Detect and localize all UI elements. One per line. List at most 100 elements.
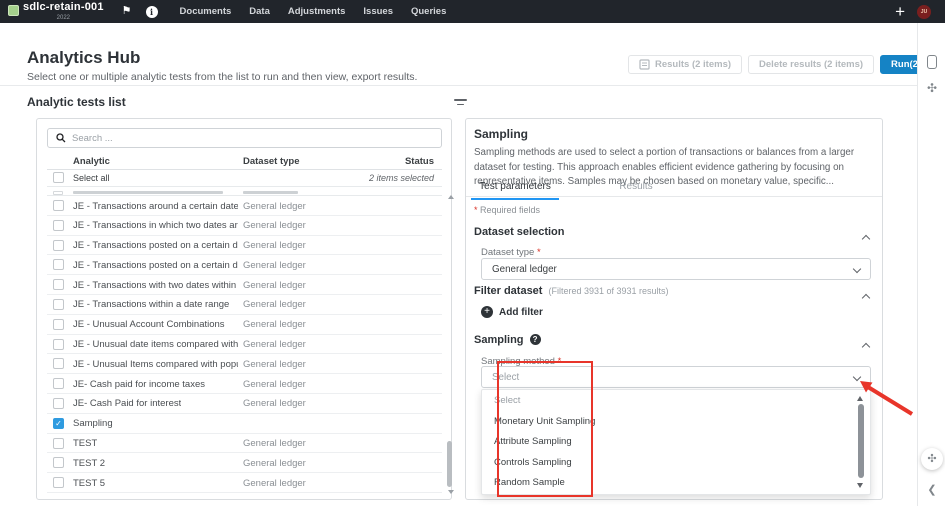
search-box: [47, 128, 442, 148]
flag-icon[interactable]: ⚑: [122, 0, 132, 23]
dropdown-option-controls-sampling[interactable]: Controls Sampling: [482, 452, 870, 473]
dataset-type-value: General ledger: [243, 438, 306, 449]
select-all-row: Select all 2 items selected: [47, 170, 442, 187]
dropdown-option-attribute-sampling[interactable]: Attribute Sampling: [482, 431, 870, 452]
analytic-name: JE - Transactions within a date range: [73, 299, 229, 310]
dataset-type-select[interactable]: General ledger: [481, 258, 871, 280]
row-checkbox[interactable]: [53, 319, 64, 330]
menu-item-queries[interactable]: Queries: [411, 6, 446, 17]
dataset-type-value: General ledger: [243, 359, 306, 370]
table-row[interactable]: JE - Transactions within a date rangeGen…: [47, 295, 442, 315]
required-fields-note: * Required fields: [474, 205, 540, 215]
table-row[interactable]: JE - Unusual Account CombinationsGeneral…: [47, 315, 442, 335]
table-row[interactable]: TEST 5General ledger: [47, 473, 442, 493]
row-checkbox[interactable]: [53, 457, 64, 468]
dropdown-scrollbar[interactable]: [858, 404, 864, 478]
table-row[interactable]: JE - Transactions with two dates within …: [47, 275, 442, 295]
row-checkbox[interactable]: [53, 220, 64, 231]
analytic-name: TEST 5: [73, 478, 105, 489]
page-title: Analytics Hub: [27, 48, 140, 68]
row-checkbox[interactable]: [53, 358, 64, 369]
table-row[interactable]: JE - Transactions posted on a certain da…: [47, 255, 442, 275]
topbar-menu: Documents Data Adjustments Issues Queries: [180, 6, 447, 17]
search-input[interactable]: [72, 133, 433, 144]
analytics-hub-screen: sdlc-retain-001 2022 ⚑ i Documents Data Ad…: [0, 0, 945, 506]
assistant-button[interactable]: ✣: [921, 448, 943, 470]
table-row[interactable]: TEST 2General ledger: [47, 453, 442, 473]
results-icon: [639, 59, 650, 70]
table-row[interactable]: ✓ Sampling: [47, 414, 442, 434]
filter-dataset-collapse-icon[interactable]: [863, 288, 869, 306]
puzzle-icon[interactable]: ✣: [918, 81, 945, 95]
add-filter-label: Add filter: [499, 307, 543, 318]
row-checkbox[interactable]: [53, 240, 64, 251]
dataset-type-value: General ledger: [243, 458, 306, 469]
sampling-method-select[interactable]: Select: [481, 366, 871, 388]
project-switcher[interactable]: sdlc-retain-001 2022: [8, 2, 104, 21]
collapse-panel-icon[interactable]: ❮: [918, 483, 945, 496]
search-icon: [56, 133, 66, 143]
list-scrollbar[interactable]: [447, 441, 452, 487]
analytic-name: JE - Transactions posted on a certain da…: [73, 260, 238, 271]
row-checkbox[interactable]: ✓: [53, 418, 64, 429]
menu-item-data[interactable]: Data: [249, 6, 270, 17]
col-analytic[interactable]: Analytic: [73, 156, 110, 167]
dataset-type-value: General ledger: [243, 280, 306, 291]
row-checkbox[interactable]: [53, 477, 64, 488]
info-icon[interactable]: i: [146, 6, 158, 18]
dataset-type-value: General ledger: [243, 379, 306, 390]
dropdown-scroll-up-arrow[interactable]: [857, 396, 863, 401]
delete-results-button[interactable]: Delete results (2 items): [748, 55, 874, 74]
menu-item-issues[interactable]: Issues: [363, 6, 393, 17]
list-scroll-up-arrow[interactable]: [448, 195, 454, 199]
table-row[interactable]: JE - Transactions posted on a certain da…: [47, 236, 442, 256]
row-checkbox[interactable]: [53, 200, 64, 211]
filter-icon[interactable]: [454, 99, 467, 109]
topbar: sdlc-retain-001 2022 ⚑ i Documents Data Ad…: [0, 0, 945, 23]
sampling-detail-panel: Sampling Sampling methods are used to se…: [465, 118, 883, 500]
delete-results-button-label: Delete results (2 items): [759, 59, 863, 70]
dropdown-option-monetary-unit-sampling[interactable]: Monetary Unit Sampling: [482, 411, 870, 432]
menu-item-documents[interactable]: Documents: [180, 6, 232, 17]
table-row[interactable]: TESTGeneral ledger: [47, 434, 442, 454]
project-title: sdlc-retain-001 2022: [23, 2, 104, 21]
filter-dataset-heading: Filter dataset(Filtered 3931 of 3931 res…: [474, 285, 669, 297]
row-checkbox[interactable]: [53, 279, 64, 290]
row-checkbox[interactable]: [53, 299, 64, 310]
sampling-collapse-icon[interactable]: [863, 337, 869, 355]
row-checkbox[interactable]: [53, 339, 64, 350]
add-filter-button[interactable]: + Add filter: [481, 306, 543, 318]
table-row[interactable]: JE - Unusual date items compared with po…: [47, 335, 442, 355]
analytic-name: JE - Transactions in which two dates are…: [73, 220, 238, 231]
analytic-name: JE - Transactions around a certain date: [73, 201, 238, 212]
table-row[interactable]: JE - Transactions in which two dates are…: [47, 216, 442, 236]
list-scroll-down-arrow[interactable]: [448, 490, 454, 494]
col-status[interactable]: Status: [405, 156, 434, 167]
row-checkbox[interactable]: [53, 378, 64, 389]
row-checkbox[interactable]: [53, 259, 64, 270]
menu-item-adjustments[interactable]: Adjustments: [288, 6, 346, 17]
table-row[interactable]: JE - Transactions around a certain dateG…: [47, 196, 442, 216]
table-row[interactable]: JE- Cash paid for income taxes General le…: [47, 374, 442, 394]
help-icon[interactable]: ?: [530, 334, 541, 345]
select-all-checkbox[interactable]: [53, 172, 64, 183]
device-icon[interactable]: [918, 55, 945, 74]
analytic-name: JE- Cash paid for income taxes: [73, 379, 205, 390]
avatar[interactable]: JU: [917, 5, 931, 19]
dataset-selection-collapse-icon[interactable]: [863, 229, 869, 247]
dataset-type-value: General ledger: [243, 260, 306, 271]
col-dataset-type[interactable]: Dataset type: [243, 156, 300, 167]
row-checkbox[interactable]: [53, 398, 64, 409]
analytic-name: JE- Cash Paid for interest: [73, 398, 181, 409]
table-row[interactable]: JE- Cash Paid for interestGeneral ledger: [47, 394, 442, 414]
add-icon[interactable]: +: [895, 2, 905, 22]
dataset-type-label: Dataset type *: [481, 247, 541, 258]
row-checkbox[interactable]: [53, 438, 64, 449]
dropdown-scroll-down-arrow[interactable]: [857, 483, 863, 488]
dropdown-option-random-sample[interactable]: Random Sample: [482, 472, 870, 493]
dropdown-option-select[interactable]: Select: [482, 390, 870, 411]
results-button[interactable]: Results (2 items): [628, 55, 742, 74]
analytic-name: Sampling: [73, 418, 113, 429]
table-row[interactable]: JE - Unusual Items compared with populat…: [47, 354, 442, 374]
filter-hint: (Filtered 3931 of 3931 results): [548, 286, 668, 296]
